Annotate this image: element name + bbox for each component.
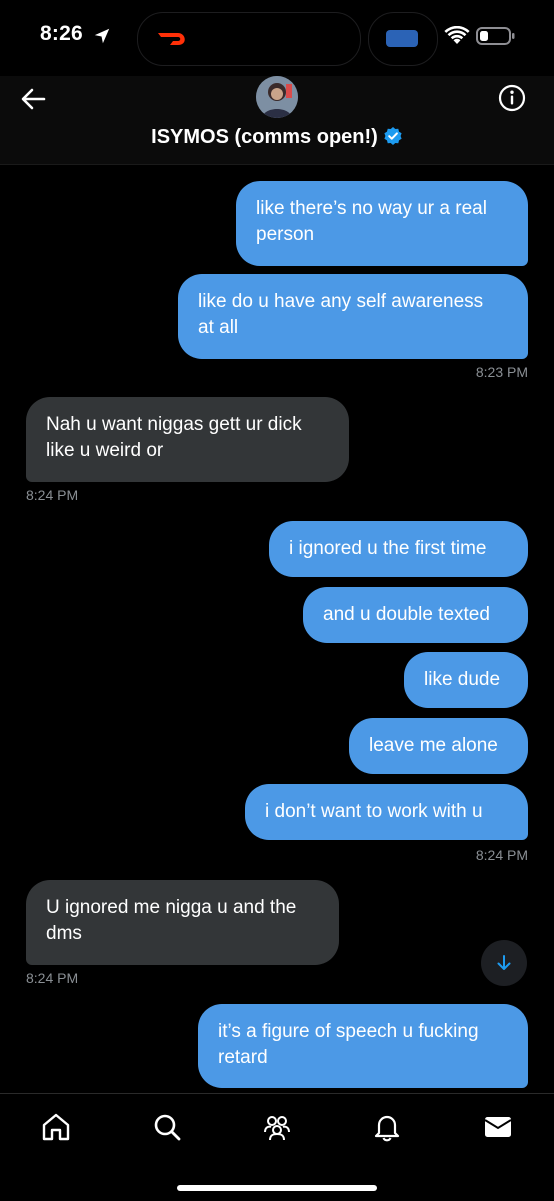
avatar[interactable] bbox=[256, 76, 298, 118]
message-bubble-outgoing[interactable]: and u double texted bbox=[303, 587, 528, 643]
message-line: person bbox=[256, 224, 315, 245]
home-icon[interactable] bbox=[40, 1111, 72, 1143]
back-arrow-icon[interactable] bbox=[18, 84, 48, 114]
conversation-title[interactable]: ISYMOS (comms open!) bbox=[0, 126, 554, 149]
info-icon[interactable] bbox=[497, 83, 527, 113]
message-line: Nah u want niggas gett ur dick bbox=[46, 414, 302, 435]
avatar-image bbox=[256, 76, 298, 118]
dynamic-island bbox=[137, 12, 361, 66]
message-bubble-outgoing[interactable]: like there’s no way ur a real person bbox=[236, 181, 528, 266]
message-text: like dude bbox=[424, 669, 501, 690]
message-line: like u weird or bbox=[46, 440, 164, 461]
message-timestamp: 8:24 PM bbox=[26, 487, 79, 503]
message-text: i don’t want to work with u bbox=[265, 801, 483, 822]
message-timestamp: 8:24 PM bbox=[26, 970, 79, 986]
message-line: retard bbox=[218, 1047, 268, 1068]
message-bubble-incoming[interactable]: Nah u want niggas gett ur dick like u we… bbox=[26, 397, 349, 482]
notifications-bell-icon[interactable] bbox=[371, 1111, 403, 1143]
message-line: like do u have any self awareness bbox=[198, 291, 484, 312]
doordash-icon bbox=[158, 33, 185, 45]
message-bubble-outgoing[interactable]: i ignored u the first time bbox=[269, 521, 528, 577]
communities-icon[interactable] bbox=[261, 1111, 293, 1143]
battery-icon bbox=[476, 27, 515, 45]
message-bubble-outgoing[interactable]: leave me alone bbox=[349, 718, 528, 774]
screen-mirroring-icon bbox=[386, 30, 418, 47]
message-bubble-outgoing[interactable]: like do u have any self awareness at all bbox=[178, 274, 528, 359]
message-timestamp: 8:24 PM bbox=[475, 847, 528, 863]
verified-badge-icon bbox=[384, 127, 402, 145]
message-line: dms bbox=[46, 923, 82, 944]
search-icon[interactable] bbox=[151, 1111, 183, 1143]
message-bubble-outgoing[interactable]: it’s a figure of speech u fucking retard bbox=[198, 1004, 528, 1088]
bottom-navigation bbox=[0, 1093, 554, 1201]
scroll-to-bottom-button[interactable] bbox=[481, 940, 527, 986]
message-line: at all bbox=[198, 317, 239, 338]
message-line: it’s a figure of speech u fucking bbox=[218, 1021, 479, 1042]
message-line: U ignored me nigga u and the bbox=[46, 897, 297, 918]
status-time: 8:26 bbox=[40, 22, 83, 45]
message-line: like there’s no way ur a real bbox=[256, 198, 487, 219]
contact-name: ISYMOS (comms open!) bbox=[151, 126, 378, 148]
message-timestamp: 8:23 PM bbox=[475, 364, 528, 380]
message-bubble-outgoing[interactable]: i don’t want to work with u bbox=[245, 784, 528, 840]
message-text: leave me alone bbox=[369, 735, 498, 756]
message-text: and u double texted bbox=[323, 604, 490, 625]
arrow-down-icon bbox=[497, 955, 511, 970]
status-bar: 8:26 bbox=[0, 0, 554, 76]
home-indicator[interactable] bbox=[177, 1185, 377, 1191]
message-bubble-incoming[interactable]: U ignored me nigga u and the dms bbox=[26, 880, 339, 965]
conversation-header: ISYMOS (comms open!) bbox=[0, 76, 554, 165]
message-bubble-outgoing[interactable]: like dude bbox=[404, 652, 528, 708]
message-text: i ignored u the first time bbox=[289, 538, 487, 559]
messages-envelope-icon[interactable] bbox=[482, 1111, 514, 1143]
wifi-icon bbox=[444, 26, 470, 44]
live-activity-pill bbox=[368, 12, 438, 66]
location-arrow-icon bbox=[94, 28, 110, 44]
